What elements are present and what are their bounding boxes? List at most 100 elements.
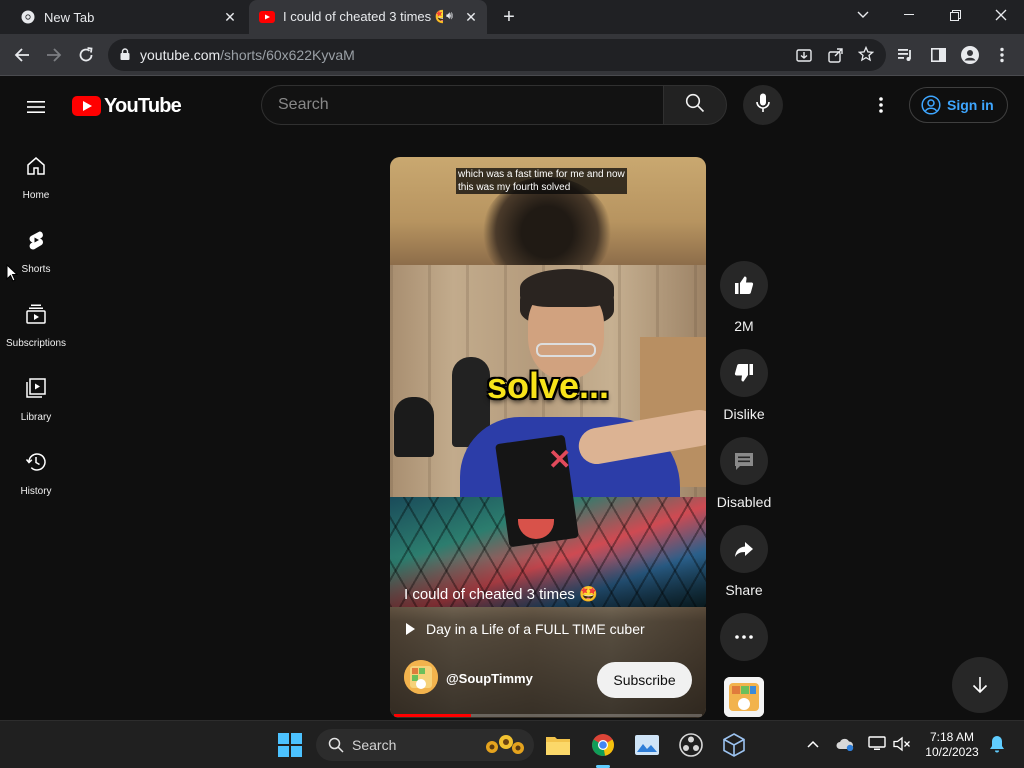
clock-time: 7:18 AM — [929, 730, 975, 744]
short-video-player[interactable]: ✕ which was a fast time for me and now t… — [390, 157, 706, 718]
restore-icon[interactable] — [932, 0, 978, 30]
close-tab-icon[interactable]: ✕ — [463, 9, 479, 25]
like-circle[interactable] — [720, 261, 768, 309]
tab-search-icon[interactable] — [840, 0, 886, 30]
windows-logo-icon — [278, 733, 302, 757]
voice-search-button[interactable] — [743, 85, 783, 125]
tab-title: I could of cheated 3 times 🤩 — [283, 9, 443, 24]
side-panel-icon[interactable] — [926, 43, 950, 67]
windows-taskbar: Search 7:18 AM 10/2/2023 — [0, 720, 1024, 768]
install-app-icon[interactable] — [796, 47, 812, 66]
taskbar-clock[interactable]: 7:18 AM 10/2/2023 — [918, 730, 986, 760]
share-button[interactable]: Share — [716, 525, 772, 598]
sound-thumbnail[interactable] — [724, 677, 764, 717]
dislike-circle[interactable] — [720, 349, 768, 397]
show-hidden-icons-chevron-icon[interactable] — [804, 735, 822, 753]
forward-icon[interactable] — [42, 43, 66, 67]
video-timer-x-mark: ✕ — [548, 444, 572, 475]
reload-icon[interactable] — [74, 43, 98, 67]
sidebar-item-label: Library — [20, 412, 52, 423]
sidebar-item-label: History — [20, 486, 52, 497]
start-button[interactable] — [274, 729, 306, 761]
chrome-menu-icon[interactable] — [990, 43, 1014, 67]
search-button[interactable] — [663, 85, 727, 125]
tab-title: New Tab — [44, 9, 95, 25]
close-window-icon[interactable] — [978, 0, 1024, 30]
video-progress-bar[interactable] — [394, 714, 702, 717]
address-bar[interactable]: youtube.com/shorts/60x622KyvaM — [108, 39, 886, 71]
channel-name[interactable]: @SoupTimmy — [446, 671, 533, 686]
sidebar-item-label: Home — [22, 190, 50, 201]
channel-avatar[interactable] — [404, 660, 438, 694]
taskbar-search-box[interactable]: Search — [316, 729, 534, 761]
subscribe-button[interactable]: Subscribe — [597, 662, 692, 698]
more-horizontal-icon — [735, 635, 753, 639]
minimize-icon[interactable] — [886, 0, 932, 30]
new-tab-button[interactable]: + — [498, 6, 520, 28]
comments-circle[interactable] — [720, 437, 768, 485]
profile-icon[interactable] — [958, 43, 982, 67]
microphone-icon — [756, 93, 770, 118]
chrome-taskbar-icon[interactable] — [587, 729, 619, 761]
search-icon — [328, 737, 344, 753]
thumbs-down-icon — [734, 364, 753, 382]
video-person-glasses — [536, 343, 596, 357]
youtube-favicon-icon — [259, 9, 275, 25]
obs-studio-icon[interactable] — [675, 729, 707, 761]
settings-menu-icon[interactable] — [869, 93, 893, 117]
network-icon[interactable] — [868, 735, 886, 753]
youtube-play-icon — [72, 96, 101, 116]
share-label: Share — [725, 582, 763, 598]
library-icon — [25, 377, 47, 404]
photos-app-icon[interactable] — [631, 729, 663, 761]
comments-button[interactable]: Disabled — [716, 437, 772, 510]
play-triangle-icon — [406, 623, 415, 635]
volume-muted-icon[interactable] — [893, 735, 911, 753]
youtube-logo[interactable]: YouTube — [72, 94, 182, 118]
dislike-button[interactable]: Dislike — [716, 349, 772, 422]
share-arrow-icon — [735, 542, 753, 557]
file-explorer-icon[interactable] — [542, 729, 574, 761]
guide-menu-icon[interactable] — [24, 95, 48, 119]
bookmark-star-icon[interactable] — [857, 45, 875, 65]
media-control-icon[interactable] — [894, 43, 918, 67]
video-person-hair — [520, 269, 614, 307]
thumbs-up-icon — [735, 276, 754, 294]
back-icon[interactable] — [10, 43, 34, 67]
tab-youtube-short[interactable]: I could of cheated 3 times 🤩 🔊︎ ✕ — [249, 0, 487, 34]
share-circle[interactable] — [720, 525, 768, 573]
onedrive-icon[interactable] — [836, 735, 854, 753]
account-icon — [921, 95, 941, 115]
audio-playing-icon[interactable]: 🔊︎ — [446, 10, 453, 23]
subscriptions-icon — [25, 303, 47, 330]
shorts-icon — [25, 229, 47, 256]
comments-label: Disabled — [716, 494, 772, 510]
video-progress-fill — [394, 714, 471, 717]
like-button[interactable]: 2M — [716, 261, 772, 334]
notification-bell-icon[interactable] — [988, 735, 1006, 753]
search-highlight-icon — [482, 732, 528, 761]
playlist-link[interactable]: Day in a Life of a FULL TIME cuber — [406, 621, 645, 637]
more-actions-circle[interactable] — [720, 613, 768, 661]
closed-caption: which was a fast time for me and now thi… — [456, 168, 627, 194]
sidebar-item-library[interactable]: Library — [0, 359, 72, 433]
url-host: youtube.com — [140, 47, 221, 63]
url-path: /shorts/60x622KyvaM — [220, 47, 355, 63]
close-tab-icon[interactable]: ✕ — [222, 9, 238, 25]
taskbar-search-label: Search — [352, 737, 397, 753]
virtualbox-icon[interactable] — [718, 729, 750, 761]
share-page-icon[interactable] — [828, 47, 844, 66]
next-video-button[interactable] — [952, 657, 1008, 713]
sidebar-item-home[interactable]: Home — [0, 137, 72, 211]
sidebar-item-label: Subscriptions — [5, 338, 67, 349]
lock-icon[interactable] — [120, 47, 130, 63]
home-icon — [25, 155, 47, 182]
sign-in-button[interactable]: Sign in — [909, 87, 1008, 123]
tab-new-tab[interactable]: New Tab ✕ — [8, 0, 246, 34]
short-title[interactable]: I could of cheated 3 times 🤩 — [404, 585, 598, 603]
sidebar-item-history[interactable]: History — [0, 433, 72, 507]
like-count: 2M — [734, 318, 754, 334]
search-input[interactable]: Search — [261, 85, 663, 125]
more-actions-button[interactable] — [716, 613, 772, 661]
sidebar-item-subscriptions[interactable]: Subscriptions — [0, 285, 72, 359]
